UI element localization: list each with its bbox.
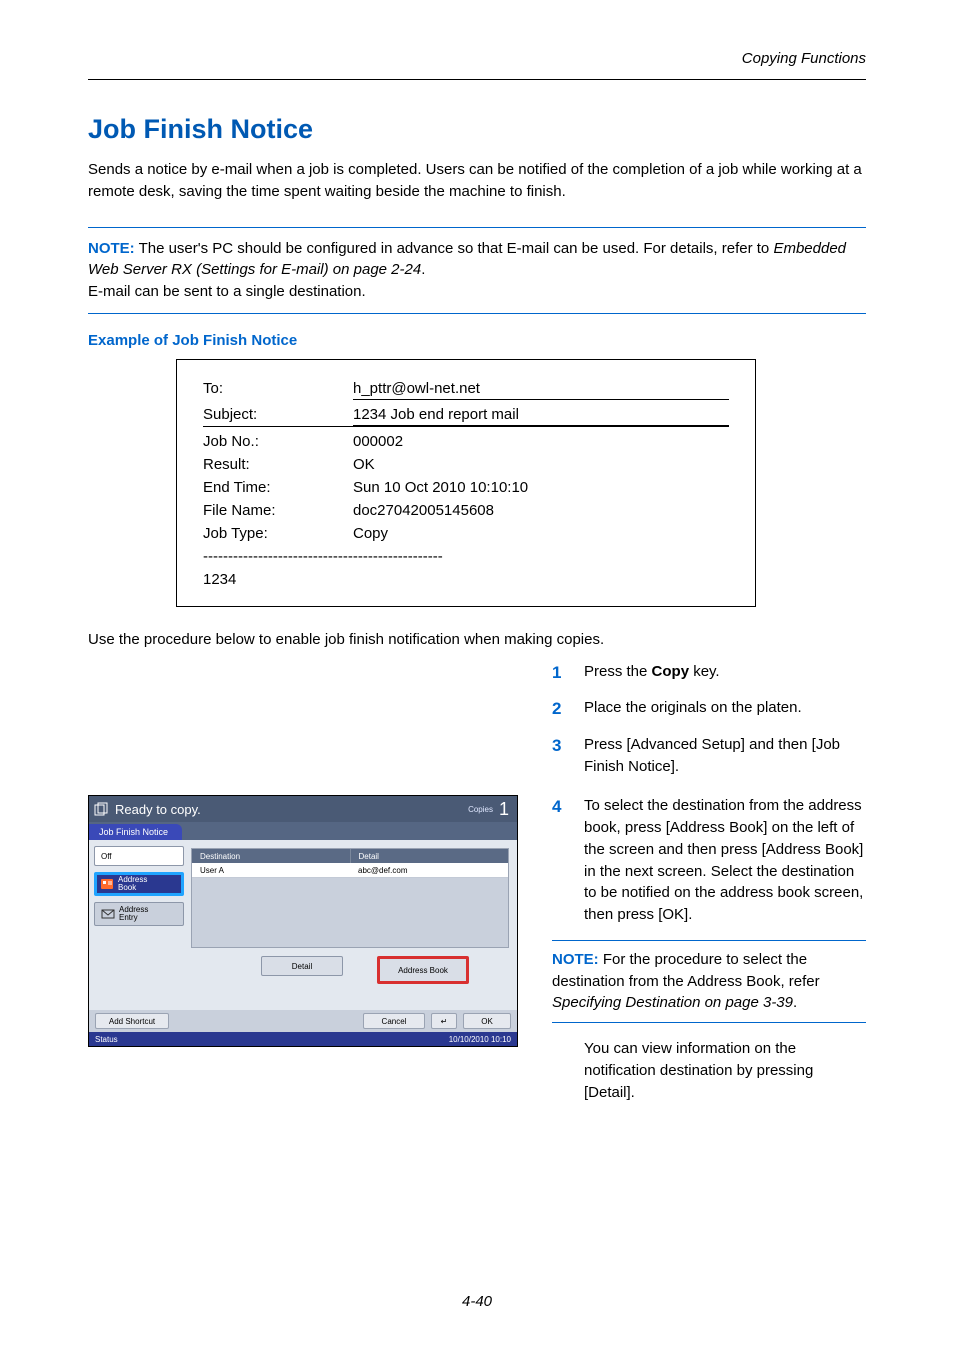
example-jobno-label: Job No.:: [203, 433, 353, 450]
lead-paragraph: Use the procedure below to enable job fi…: [88, 629, 866, 651]
step-3-number: 3: [552, 734, 566, 778]
step-3-text: Press [Advanced Setup] and then [Job Fin…: [584, 734, 866, 778]
example-trailing: 1234: [203, 571, 729, 588]
step-1-text-c: key.: [689, 663, 720, 680]
page: Copying Functions Job Finish Notice Send…: [0, 0, 954, 1350]
panel-left-column: Off Address Book: [89, 840, 189, 1010]
back-button[interactable]: ↵: [431, 1013, 457, 1029]
example-file-label: File Name:: [203, 502, 353, 519]
example-to-row: To: h_pttr@owl-net.net: [203, 380, 729, 400]
note-text-2: E-mail can be sent to a single destinati…: [88, 281, 866, 303]
copy-icon: [89, 802, 115, 816]
touch-panel: Ready to copy. Copies 1 Job Finish Notic…: [88, 795, 518, 1047]
note-label: NOTE:: [88, 240, 135, 257]
example-result-value: OK: [353, 456, 729, 473]
example-result-row: Result: OK: [203, 456, 729, 473]
example-jobno-value: 000002: [353, 433, 729, 450]
note2-label: NOTE:: [552, 951, 599, 968]
example-end-label: End Time:: [203, 479, 353, 496]
note-text-1a: The user's PC should be configured in ad…: [135, 240, 774, 257]
example-subject-row: Subject: 1234 Job end report mail: [203, 406, 729, 427]
example-end-value: Sun 10 Oct 2010 10:10:10: [353, 479, 729, 496]
note-box-top: NOTE: The user's PC should be configured…: [88, 227, 866, 314]
step-1-number: 1: [552, 661, 566, 686]
note-box-bottom: NOTE: For the procedure to select the de…: [552, 940, 866, 1023]
address-entry-button[interactable]: Address Entry: [94, 902, 184, 926]
example-type-value: Copy: [353, 525, 729, 542]
address-book-popup-button[interactable]: Address Book: [377, 956, 469, 984]
panel-title-text: Ready to copy.: [115, 802, 468, 817]
step-1-text-a: Press the: [584, 663, 652, 680]
address-book-button[interactable]: Address Book: [94, 872, 184, 896]
section-title: Job Finish Notice: [88, 114, 866, 145]
example-jobno-row: Job No.: 000002: [203, 433, 729, 450]
add-shortcut-button[interactable]: Add Shortcut: [95, 1013, 169, 1029]
after-paragraph: You can view information on the notifica…: [584, 1038, 866, 1103]
example-type-row: Job Type: Copy: [203, 525, 729, 542]
status-time: 10/10/2010 10:10: [449, 1035, 511, 1044]
status-label: Status: [95, 1035, 118, 1044]
example-box: To: h_pttr@owl-net.net Subject: 1234 Job…: [176, 359, 756, 607]
note2-text-c: .: [793, 994, 797, 1011]
grid-head-destination: Destination: [192, 849, 351, 863]
detail-button[interactable]: Detail: [261, 956, 343, 976]
step-2: 2 Place the originals on the platen.: [552, 697, 866, 722]
example-subject-label: Subject:: [203, 406, 353, 426]
example-result-label: Result:: [203, 456, 353, 473]
note2-text-b: Specifying Destination on page 3-39: [552, 994, 793, 1011]
panel-footer: Add Shortcut Cancel ↵ OK: [89, 1010, 517, 1032]
note-text-1c: .: [421, 261, 425, 278]
grid-cell-user: User A: [192, 863, 350, 877]
panel-tab[interactable]: Job Finish Notice: [89, 824, 182, 840]
grid-cell-detail: abc@def.com: [350, 863, 508, 877]
step-4-number: 4: [552, 795, 566, 926]
step-4: 4 To select the destination from the add…: [552, 795, 866, 926]
example-subject-value: 1234 Job end report mail: [353, 406, 729, 426]
address-book-icon: [100, 878, 114, 890]
destination-grid: Destination Detail User A abc@def.com: [191, 848, 509, 948]
example-heading: Example of Job Finish Notice: [88, 332, 866, 349]
step-2-text: Place the originals on the platen.: [584, 697, 802, 722]
example-file-row: File Name: doc27042005145608: [203, 502, 729, 519]
envelope-icon: [101, 908, 115, 920]
example-end-row: End Time: Sun 10 Oct 2010 10:10:10: [203, 479, 729, 496]
example-file-value: doc27042005145608: [353, 502, 729, 519]
grid-row-1[interactable]: User A abc@def.com: [192, 863, 508, 878]
step-1: 1 Press the Copy key.: [552, 661, 866, 686]
step-4-text: To select the destination from the addre…: [584, 795, 866, 926]
example-type-label: Job Type:: [203, 525, 353, 542]
example-to-label: To:: [203, 380, 353, 400]
step-2-number: 2: [552, 697, 566, 722]
header-rule: [88, 79, 866, 80]
panel-copies-label: Copies: [468, 805, 493, 814]
page-header: Copying Functions: [88, 50, 866, 80]
example-to-value: h_pttr@owl-net.net: [353, 380, 729, 400]
grid-head-detail: Detail: [351, 849, 509, 863]
panel-copies-number: 1: [499, 799, 509, 820]
cancel-button[interactable]: Cancel: [363, 1013, 425, 1029]
panel-title-bar: Ready to copy. Copies 1: [89, 796, 517, 822]
off-button[interactable]: Off: [94, 846, 184, 866]
step-1-text-b: Copy: [652, 663, 690, 680]
panel-status-bar: Status 10/10/2010 10:10: [89, 1032, 517, 1046]
ok-button[interactable]: OK: [463, 1013, 511, 1029]
intro-paragraph: Sends a notice by e-mail when a job is c…: [88, 159, 866, 203]
example-dashes: ----------------------------------------…: [203, 548, 729, 565]
panel-tabbar: Job Finish Notice: [89, 822, 517, 840]
step-3: 3 Press [Advanced Setup] and then [Job F…: [552, 734, 866, 778]
page-number: 4-40: [0, 1293, 954, 1310]
header-section: Copying Functions: [88, 50, 866, 71]
